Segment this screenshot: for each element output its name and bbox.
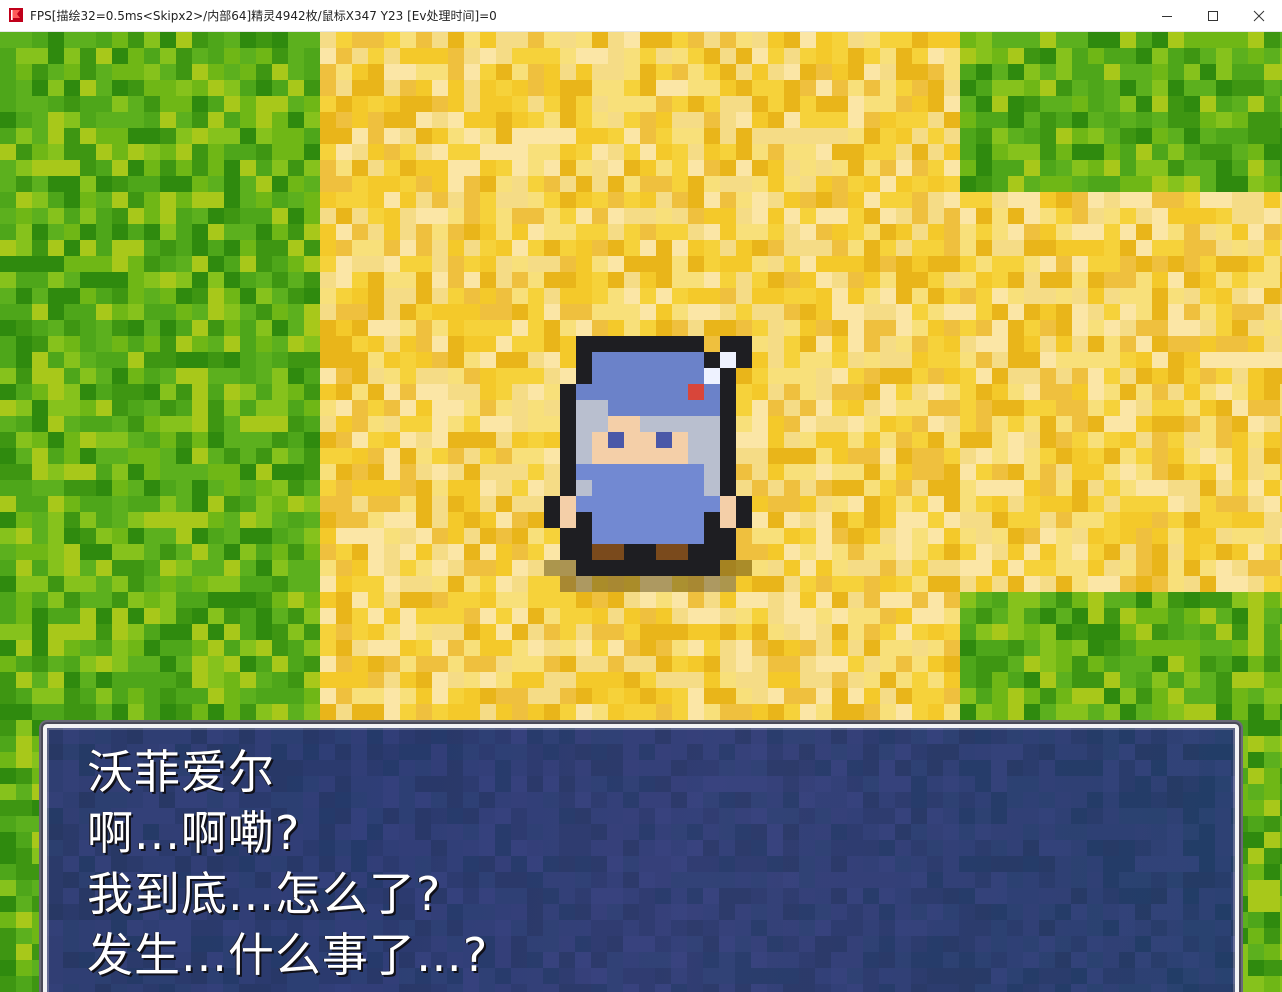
app-red-flag-icon — [9, 8, 23, 22]
window-title: FPS[描绘32=0.5ms<Skipx2>/内部64]精灵4942枚/鼠标X3… — [30, 9, 497, 23]
window-title-bar: FPS[描绘32=0.5ms<Skipx2>/内部64]精灵4942枚/鼠标X3… — [0, 0, 1282, 32]
message-window[interactable]: 沃菲爱尔 啊...啊嘞? 我到底...怎么了? 发生...什么事了…? — [41, 722, 1241, 992]
message-line-3: 发生...什么事了…? — [87, 928, 489, 982]
game-viewport[interactable]: 沃菲爱尔 啊...啊嘞? 我到底...怎么了? 发生...什么事了…? — [0, 32, 1282, 992]
minimize-button[interactable] — [1144, 0, 1190, 31]
close-button[interactable] — [1236, 0, 1282, 31]
maximize-button[interactable] — [1190, 0, 1236, 31]
minimize-icon — [1162, 15, 1172, 17]
message-line-1: 啊...啊嘞? — [87, 806, 301, 860]
speaker-name: 沃菲爱尔 — [87, 745, 275, 799]
message-text: 沃菲爱尔 啊...啊嘞? 我到底...怎么了? 发生...什么事了…? — [87, 742, 488, 986]
close-icon — [1253, 10, 1265, 21]
maximize-icon — [1208, 10, 1218, 21]
message-line-2: 我到底...怎么了? — [87, 867, 442, 921]
